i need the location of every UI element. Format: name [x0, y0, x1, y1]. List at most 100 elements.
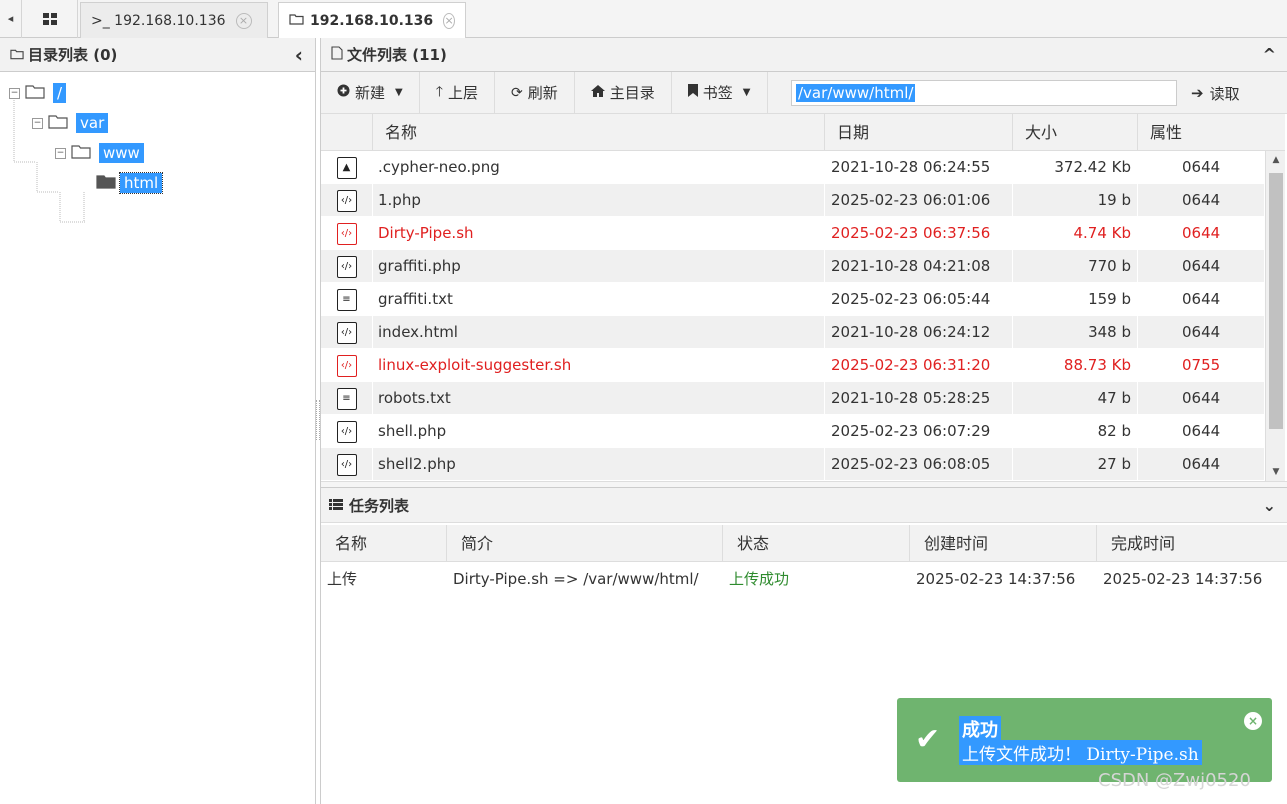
file-size: 19 b	[1013, 184, 1138, 217]
file-date: 2025-02-23 06:08:05	[825, 448, 1013, 481]
folder-icon	[289, 13, 304, 29]
close-icon[interactable]: ×	[1244, 712, 1262, 730]
up-level-button[interactable]: 🡑 上层	[420, 71, 496, 114]
image-file-icon: ▲	[336, 156, 357, 179]
tree-node-html[interactable]: html	[96, 172, 164, 194]
file-row[interactable]: ≡ robots.txt 2021-10-28 05:28:25 47 b 0644	[321, 382, 1265, 415]
tree-node-label[interactable]: www	[99, 143, 144, 163]
file-row[interactable]: ‹/› Dirty-Pipe.sh 2025-02-23 06:37:56 4.74 …	[321, 217, 1265, 250]
up-level-label: 上层	[448, 84, 479, 102]
scrollbar-thumb[interactable]	[1269, 173, 1283, 429]
file-row[interactable]: ‹/› shell.php 2025-02-23 06:07:29 82 b 0644	[321, 415, 1265, 448]
tab-scroll-left-button[interactable]: ◂	[0, 0, 22, 38]
task-column-status[interactable]: 状态	[723, 525, 910, 561]
file-row[interactable]: ‹/› 1.php 2025-02-23 06:01:06 19 b 0644	[321, 184, 1265, 217]
file-row[interactable]: ▲ .cypher-neo.png 2021-10-28 06:24:55 372.4…	[321, 151, 1265, 184]
file-permission: 0644	[1138, 448, 1265, 481]
file-row[interactable]: ‹/› linux-exploit-suggester.sh 2025-02-23 …	[321, 349, 1265, 382]
tree-collapse-toggle[interactable]: −	[55, 147, 66, 159]
file-name[interactable]: shell.php	[373, 415, 825, 448]
task-row[interactable]: 上传 Dirty-Pipe.sh => /var/www/html/ 上传成功 …	[321, 562, 1287, 596]
bookmark-button[interactable]: 书签 ▼	[672, 71, 768, 114]
tree-node-root[interactable]: − /	[9, 82, 67, 104]
tree-collapse-toggle[interactable]: −	[9, 87, 20, 99]
file-name[interactable]: graffiti.txt	[373, 283, 825, 316]
file-list-scrollbar[interactable]: ▲ ▼	[1265, 151, 1285, 481]
scroll-up-icon[interactable]: ▲	[1266, 155, 1286, 165]
column-header-permission[interactable]: 属性	[1138, 114, 1265, 151]
tree-node-label[interactable]: /	[53, 83, 67, 103]
tree-node-label[interactable]: html	[118, 172, 164, 194]
file-panel-header: 文件列表 (11) ^	[321, 38, 1287, 72]
task-finished-time: 2025-02-23 14:37:56	[1103, 570, 1263, 588]
tab-terminal[interactable]: >_ 192.168.10.136 ×	[80, 2, 268, 38]
close-icon[interactable]: ×	[443, 13, 455, 29]
scroll-down-icon[interactable]: ▼	[1266, 467, 1286, 477]
column-header-size[interactable]: 大小	[1013, 114, 1138, 151]
file-icon-cell: ▲	[321, 151, 373, 184]
file-row[interactable]: ‹/› index.html 2021-10-28 06:24:12 348 b 064…	[321, 316, 1265, 349]
file-size: 159 b	[1013, 283, 1138, 316]
refresh-button[interactable]: ⟳ 刷新	[495, 71, 575, 114]
task-column-description[interactable]: 简介	[447, 525, 723, 561]
file-icon-cell: ≡	[321, 283, 373, 316]
task-column-finished[interactable]: 完成时间	[1097, 525, 1287, 561]
text-file-icon: ≡	[336, 387, 357, 410]
file-icon-cell: ‹/›	[321, 316, 373, 349]
tree-collapse-toggle[interactable]: −	[32, 117, 43, 129]
file-name[interactable]: .cypher-neo.png	[373, 151, 825, 184]
caret-down-icon: ▼	[742, 87, 751, 98]
file-date: 2025-02-23 06:01:06	[825, 184, 1013, 217]
file-name[interactable]: 1.php	[373, 184, 825, 217]
collapse-up-icon[interactable]: ^	[1263, 45, 1276, 64]
read-button[interactable]: ➔ 读取	[1191, 72, 1240, 114]
file-icon-cell: ‹/›	[321, 217, 373, 250]
task-column-created[interactable]: 创建时间	[910, 525, 1097, 561]
chevron-down-icon[interactable]: ⌄	[1263, 496, 1276, 515]
new-button[interactable]: 新建 ▼	[321, 71, 420, 114]
column-header-date[interactable]: 日期	[825, 114, 1013, 151]
path-input-value: /var/www/html/	[796, 84, 916, 102]
file-name[interactable]: robots.txt	[373, 382, 825, 415]
file-permission: 0644	[1138, 382, 1265, 415]
task-column-name[interactable]: 名称	[321, 525, 447, 561]
file-name[interactable]: linux-exploit-suggester.sh	[373, 349, 825, 382]
directory-panel-title: 目录列表 (0)	[28, 46, 118, 64]
toast-message: 上传文件成功！ Dirty-Pipe.sh	[959, 740, 1202, 765]
code-file-icon: ‹/›	[336, 420, 357, 443]
file-permission: 0644	[1138, 415, 1265, 448]
file-name[interactable]: index.html	[373, 316, 825, 349]
file-name[interactable]: Dirty-Pipe.sh	[373, 217, 825, 250]
file-name[interactable]: shell2.php	[373, 448, 825, 481]
file-permission: 0644	[1138, 217, 1265, 250]
file-name[interactable]: graffiti.php	[373, 250, 825, 283]
grid-icon[interactable]	[22, 0, 78, 38]
file-row[interactable]: ‹/› graffiti.php 2021-10-28 04:21:08 770 b0…	[321, 250, 1265, 283]
home-button[interactable]: 主目录	[575, 71, 672, 114]
task-status: 上传成功	[729, 570, 790, 588]
file-row[interactable]: ‹/› shell2.php 2025-02-23 06:08:05 27 b 0644	[321, 448, 1265, 481]
path-input[interactable]: /var/www/html/	[791, 80, 1177, 106]
tree-node-var[interactable]: − var	[32, 112, 109, 134]
close-icon[interactable]: ×	[235, 12, 252, 29]
text-file-icon: ≡	[336, 288, 357, 311]
home-label: 主目录	[609, 84, 655, 102]
file-size: 4.74 Kb	[1013, 217, 1138, 250]
tab-file-manager[interactable]: 192.168.10.136 ×	[278, 2, 466, 39]
column-header-name[interactable]: 名称	[373, 114, 825, 151]
file-icon-cell: ‹/›	[321, 415, 373, 448]
file-date: 2025-02-23 06:37:56	[825, 217, 1013, 250]
refresh-icon: ⟳	[511, 84, 523, 101]
tree-node-label[interactable]: var	[76, 113, 109, 133]
file-size: 372.42 Kb	[1013, 151, 1138, 184]
tree-node-www[interactable]: − www	[55, 142, 144, 164]
file-row[interactable]: ≡ graffiti.txt 2025-02-23 06:05:44 159 b 064…	[321, 283, 1265, 316]
collapse-left-icon[interactable]: ‹	[295, 43, 303, 67]
tab-bar: ◂ >_ 192.168.10.136 × 192.168.10.136 ×	[0, 0, 1287, 39]
file-permission: 0644	[1138, 283, 1265, 316]
caret-down-icon: ▼	[395, 87, 403, 98]
file-permission: 0755	[1138, 349, 1265, 382]
file-icon	[331, 45, 343, 64]
arrow-up-icon: 🡑	[435, 83, 443, 100]
file-list: ▲ .cypher-neo.png 2021-10-28 06:24:55 372.4…	[321, 151, 1265, 481]
